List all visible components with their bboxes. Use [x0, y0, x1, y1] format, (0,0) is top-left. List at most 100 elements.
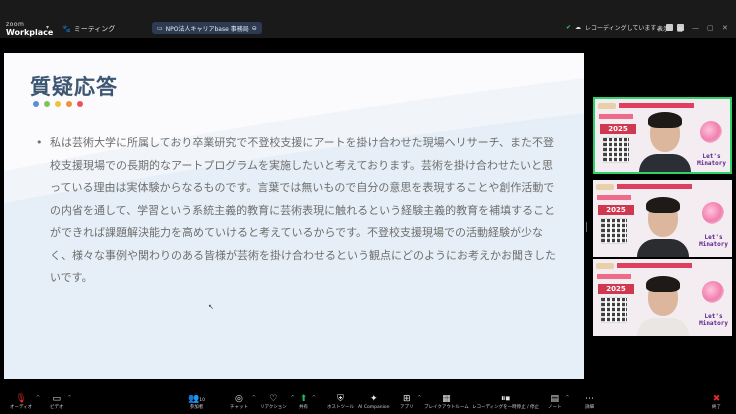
- options-icon[interactable]: ⊖: [252, 25, 257, 32]
- banner-year: 2025: [600, 124, 636, 134]
- participant-video-tile[interactable]: 2025 Let's Minatory: [593, 180, 732, 257]
- screen-share-pill[interactable]: ▭ NPO法人キャリアbase 事務局 ⊖: [152, 22, 262, 34]
- breakout-label: ブレイクアウトルーム: [424, 405, 469, 410]
- participant-shirt: [637, 318, 689, 336]
- slide-body-list: 私は芸術大学に所属しており卒業研究で不登校支援にアートを掛け合わせた現場へリサー…: [36, 132, 558, 290]
- shield-icon: ⛨: [337, 394, 344, 404]
- banner-subline: [599, 114, 633, 119]
- share-screen-icon: ⬆: [299, 394, 308, 404]
- participant-hair: [646, 197, 680, 213]
- dot-icon: [44, 101, 50, 107]
- end-meeting-button[interactable]: ✖ 終了: [712, 394, 721, 411]
- chevron-up-icon[interactable]: ^: [565, 395, 569, 401]
- maximize-icon[interactable]: ▢: [707, 24, 714, 32]
- participants-label: 参加者: [189, 405, 204, 410]
- chevron-up-icon[interactable]: ^: [291, 395, 295, 401]
- breakout-rooms-button[interactable]: ▦ ブレイクアウトルーム: [424, 394, 469, 411]
- banner-year: 2025: [598, 205, 634, 215]
- chat-icon: ◎: [235, 394, 243, 404]
- participant-video-tile[interactable]: 2025 Let's Minatory: [593, 97, 732, 174]
- meeting-toolbar: 🎙 オーディオ ^ ▭ ビデオ ^ 👥10 参加者 ◎ チャット ^ ♡ リアク…: [0, 394, 736, 414]
- dot-icon: [66, 101, 72, 107]
- brand-menu-chevron-icon[interactable]: ▾: [46, 24, 49, 31]
- audio-button[interactable]: 🎙 オーディオ ^: [10, 394, 40, 411]
- banner-subline: [597, 195, 631, 200]
- minimize-icon[interactable]: —: [692, 24, 699, 32]
- org-logo-icon: [596, 183, 614, 190]
- chat-button[interactable]: ◎ チャット ^: [230, 394, 256, 411]
- panel-splitter-handle[interactable]: [586, 222, 589, 232]
- banner-slogan: Let's Minatory: [699, 313, 728, 327]
- banner-year: 2025: [598, 284, 634, 294]
- participant-video-tile[interactable]: 2025 Let's Minatory: [593, 259, 732, 336]
- paw-icon: 🐾: [62, 25, 71, 33]
- close-icon[interactable]: ✕: [722, 24, 728, 32]
- participants-icon: 👥10: [188, 394, 205, 404]
- banner-header: [596, 261, 729, 270]
- flower-illustration-icon: [702, 202, 724, 224]
- reactions-label: リアクション: [260, 405, 287, 410]
- ai-companion-button[interactable]: ✦ AI Companion: [358, 394, 389, 411]
- banner-header: [596, 182, 729, 191]
- participant-hair: [648, 112, 682, 128]
- participant-person: [637, 110, 693, 172]
- participant-shirt: [639, 154, 691, 172]
- share-button[interactable]: ⬆ 共有 ^: [299, 394, 316, 411]
- chevron-up-icon[interactable]: ^: [36, 395, 40, 401]
- flower-illustration-icon: [700, 121, 722, 143]
- breakout-grid-icon: ▦: [442, 394, 451, 404]
- qr-code-overlay: [603, 137, 629, 163]
- chevron-up-icon[interactable]: ^: [417, 395, 421, 401]
- participant-hair: [646, 276, 680, 292]
- meeting-menu[interactable]: 🐾 ミーティング: [62, 24, 115, 34]
- reactions-button[interactable]: ♡ リアクション ^: [260, 394, 295, 411]
- dot-icon: [55, 101, 61, 107]
- apps-button[interactable]: ⊞ アプリ ^: [400, 394, 422, 411]
- org-logo-icon: [596, 262, 614, 269]
- notes-label: ノート: [548, 405, 562, 410]
- top-bar: zoom Workplace ▾ 🐾 ミーティング ▭ NPO法人キャリアbas…: [0, 0, 736, 38]
- heart-icon: ♡: [269, 394, 278, 404]
- microphone-muted-icon: 🎙: [15, 394, 27, 404]
- participants-count: 10: [199, 398, 205, 403]
- sparkle-icon: ✦: [369, 394, 378, 404]
- ai-companion-label: AI Companion: [358, 405, 390, 410]
- banner-subline: [597, 274, 631, 279]
- notes-button[interactable]: ▤ ノート ^: [548, 394, 570, 411]
- end-label: 終了: [712, 405, 721, 410]
- monitor-icon: ▭: [157, 24, 163, 32]
- grid-icon: ▦: [676, 26, 683, 33]
- end-x-icon: ✖: [712, 394, 721, 404]
- chevron-up-icon[interactable]: ^: [67, 395, 71, 401]
- share-pill-label: NPO法人キャリアbase 事務局: [165, 25, 249, 33]
- host-tools-button[interactable]: ⛨ ホストツール: [327, 394, 354, 411]
- participant-person: [635, 274, 691, 336]
- qr-code-overlay: [601, 297, 627, 323]
- banner-headline: [617, 263, 692, 268]
- apps-label: アプリ: [400, 405, 414, 410]
- slide-title: 質疑応答: [30, 75, 118, 99]
- more-button[interactable]: ⋯ 詳細: [585, 394, 594, 411]
- host-tools-label: ホストツール: [327, 405, 354, 410]
- participant-shirt: [637, 239, 689, 257]
- banner-headline: [619, 103, 694, 108]
- cloud-icon: ☁: [575, 24, 582, 31]
- banner-slogan: Let's Minatory: [697, 153, 726, 167]
- meeting-label: ミーティング: [73, 25, 116, 33]
- recording-control-button[interactable]: ⏸⏹ レコーディングを一時停止 / 停止: [472, 394, 539, 411]
- banner-slogan: Let's Minatory: [699, 234, 728, 248]
- participants-button[interactable]: 👥10 参加者: [188, 394, 205, 411]
- shield-check-icon: ✔: [566, 24, 572, 31]
- more-dots-icon: ⋯: [585, 394, 594, 404]
- share-label: 共有: [299, 405, 308, 410]
- qr-code-overlay: [601, 218, 627, 244]
- video-button[interactable]: ▭ ビデオ ^: [50, 394, 72, 411]
- video-label: ビデオ: [50, 405, 64, 410]
- chevron-up-icon[interactable]: ^: [252, 395, 256, 401]
- view-menu[interactable]: 表示 ▦: [657, 24, 683, 33]
- apps-icon: ⊞: [402, 394, 411, 404]
- shared-slide: 質疑応答 私は芸術大学に所属しており卒業研究で不登校支援にアートを掛け合わせた現…: [4, 53, 584, 379]
- chat-label: チャット: [230, 405, 248, 410]
- recording-text: レコーディングしています...: [585, 25, 663, 32]
- chevron-up-icon[interactable]: ^: [312, 395, 316, 401]
